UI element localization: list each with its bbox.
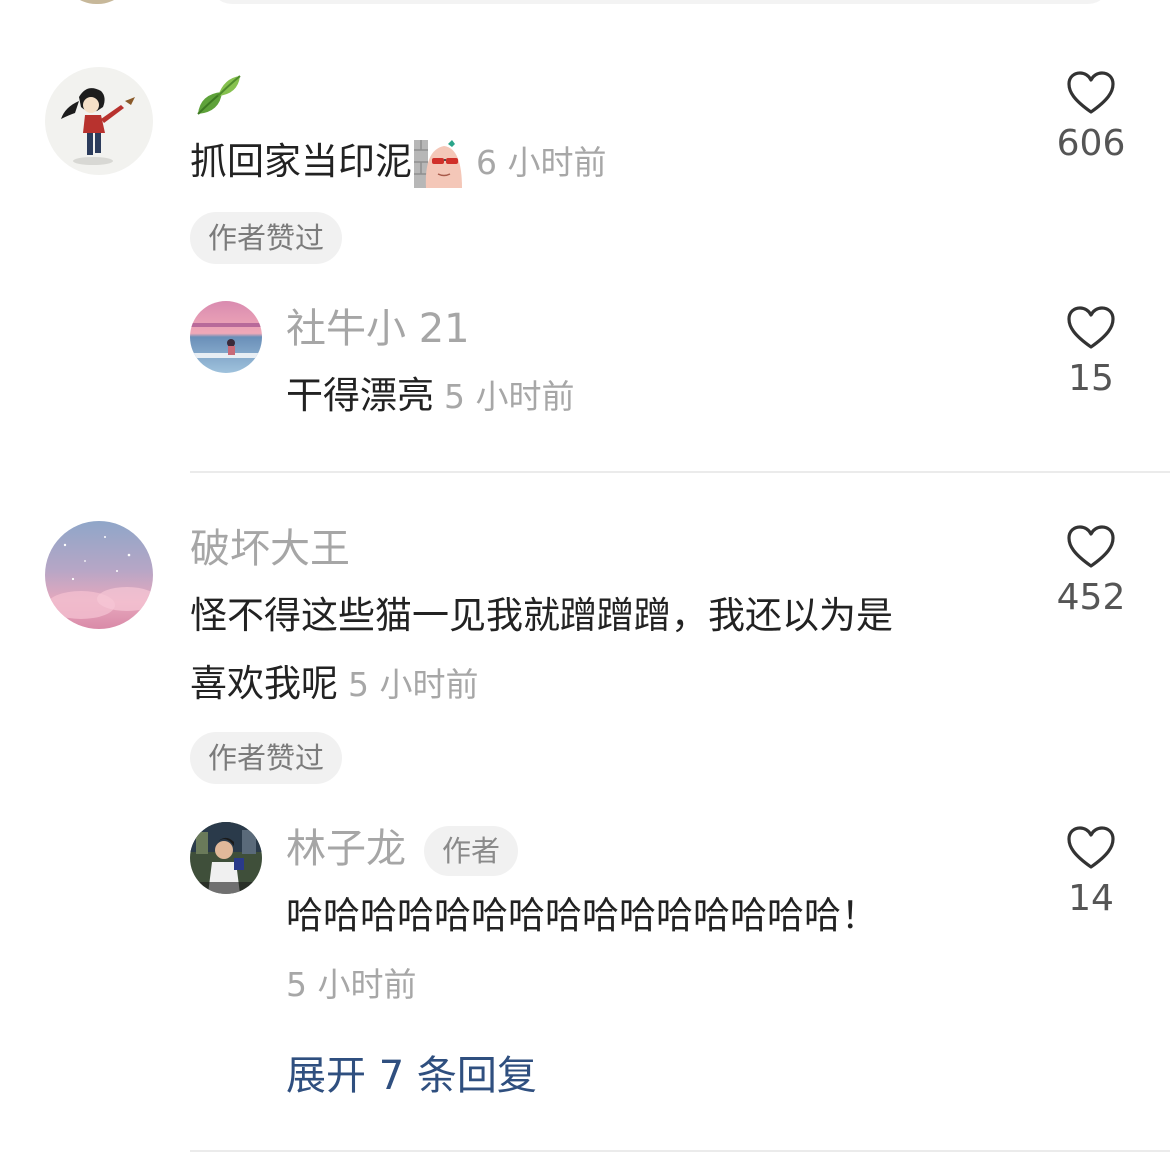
comment-text-line1: 怪不得这些猫一见我就蹭蹭蹭，我还以为是 bbox=[190, 594, 893, 637]
comment-time: 5 小时前 bbox=[348, 665, 479, 704]
like-count: 14 bbox=[1068, 878, 1114, 919]
reply-text: 哈哈哈哈哈哈哈哈哈哈哈哈哈哈哈！ bbox=[286, 894, 878, 937]
like-button[interactable]: 452 bbox=[1031, 524, 1151, 620]
reply-username-text[interactable]: 林子龙 bbox=[286, 826, 406, 872]
reply-time-line: 5 小时前 bbox=[286, 950, 417, 1019]
leaf-emoji-icon bbox=[192, 70, 244, 122]
reply-username[interactable]: 社牛小 21 bbox=[286, 305, 470, 353]
like-count: 606 bbox=[1056, 123, 1126, 164]
author-liked-badge: 作者赞过 bbox=[190, 212, 343, 264]
author-liked-badge: 作者赞过 bbox=[190, 732, 343, 784]
comment-body: 喜欢我呢 bbox=[190, 662, 338, 705]
reply-body: 干得漂亮 bbox=[286, 374, 434, 417]
avatar[interactable] bbox=[190, 301, 262, 373]
like-button[interactable]: 606 bbox=[1031, 70, 1151, 166]
reply-time: 5 小时前 bbox=[444, 377, 575, 416]
comment-username[interactable]: 破坏大王 bbox=[190, 525, 350, 573]
divider bbox=[190, 1150, 1170, 1152]
comment-text-line2: 喜欢我呢 5 小时前 bbox=[190, 650, 479, 719]
reply-time: 5 小时前 bbox=[286, 965, 417, 1004]
sticker-emoji-icon bbox=[412, 136, 466, 192]
avatar[interactable] bbox=[45, 67, 153, 175]
like-count: 15 bbox=[1068, 358, 1114, 399]
previous-reply-box[interactable] bbox=[210, 0, 1110, 4]
avatar[interactable] bbox=[45, 521, 153, 629]
comment-list: 抓回家当印泥 6 小时前 作者赞过 606 社牛小 21 干得漂亮 5 小时前 … bbox=[0, 0, 1170, 1158]
divider bbox=[190, 471, 1170, 473]
expand-replies-link[interactable]: 展开 7 条回复 bbox=[286, 1052, 537, 1100]
like-button[interactable]: 15 bbox=[1031, 305, 1151, 401]
like-button[interactable]: 14 bbox=[1031, 825, 1151, 921]
comment-time: 6 小时前 bbox=[476, 143, 607, 182]
reply-text: 干得漂亮 5 小时前 bbox=[286, 362, 575, 431]
heart-icon bbox=[1067, 71, 1115, 114]
heart-icon bbox=[1067, 525, 1115, 568]
previous-avatar bbox=[62, 0, 132, 4]
heart-icon bbox=[1067, 826, 1115, 869]
author-tag: 作者 bbox=[424, 826, 519, 876]
heart-icon bbox=[1067, 306, 1115, 349]
comment-body: 抓回家当印泥 bbox=[190, 140, 412, 183]
avatar[interactable] bbox=[190, 822, 262, 894]
like-count: 452 bbox=[1056, 577, 1126, 618]
reply-username: 林子龙 作者 bbox=[286, 825, 519, 876]
comment-text: 抓回家当印泥 6 小时前 bbox=[190, 128, 607, 197]
